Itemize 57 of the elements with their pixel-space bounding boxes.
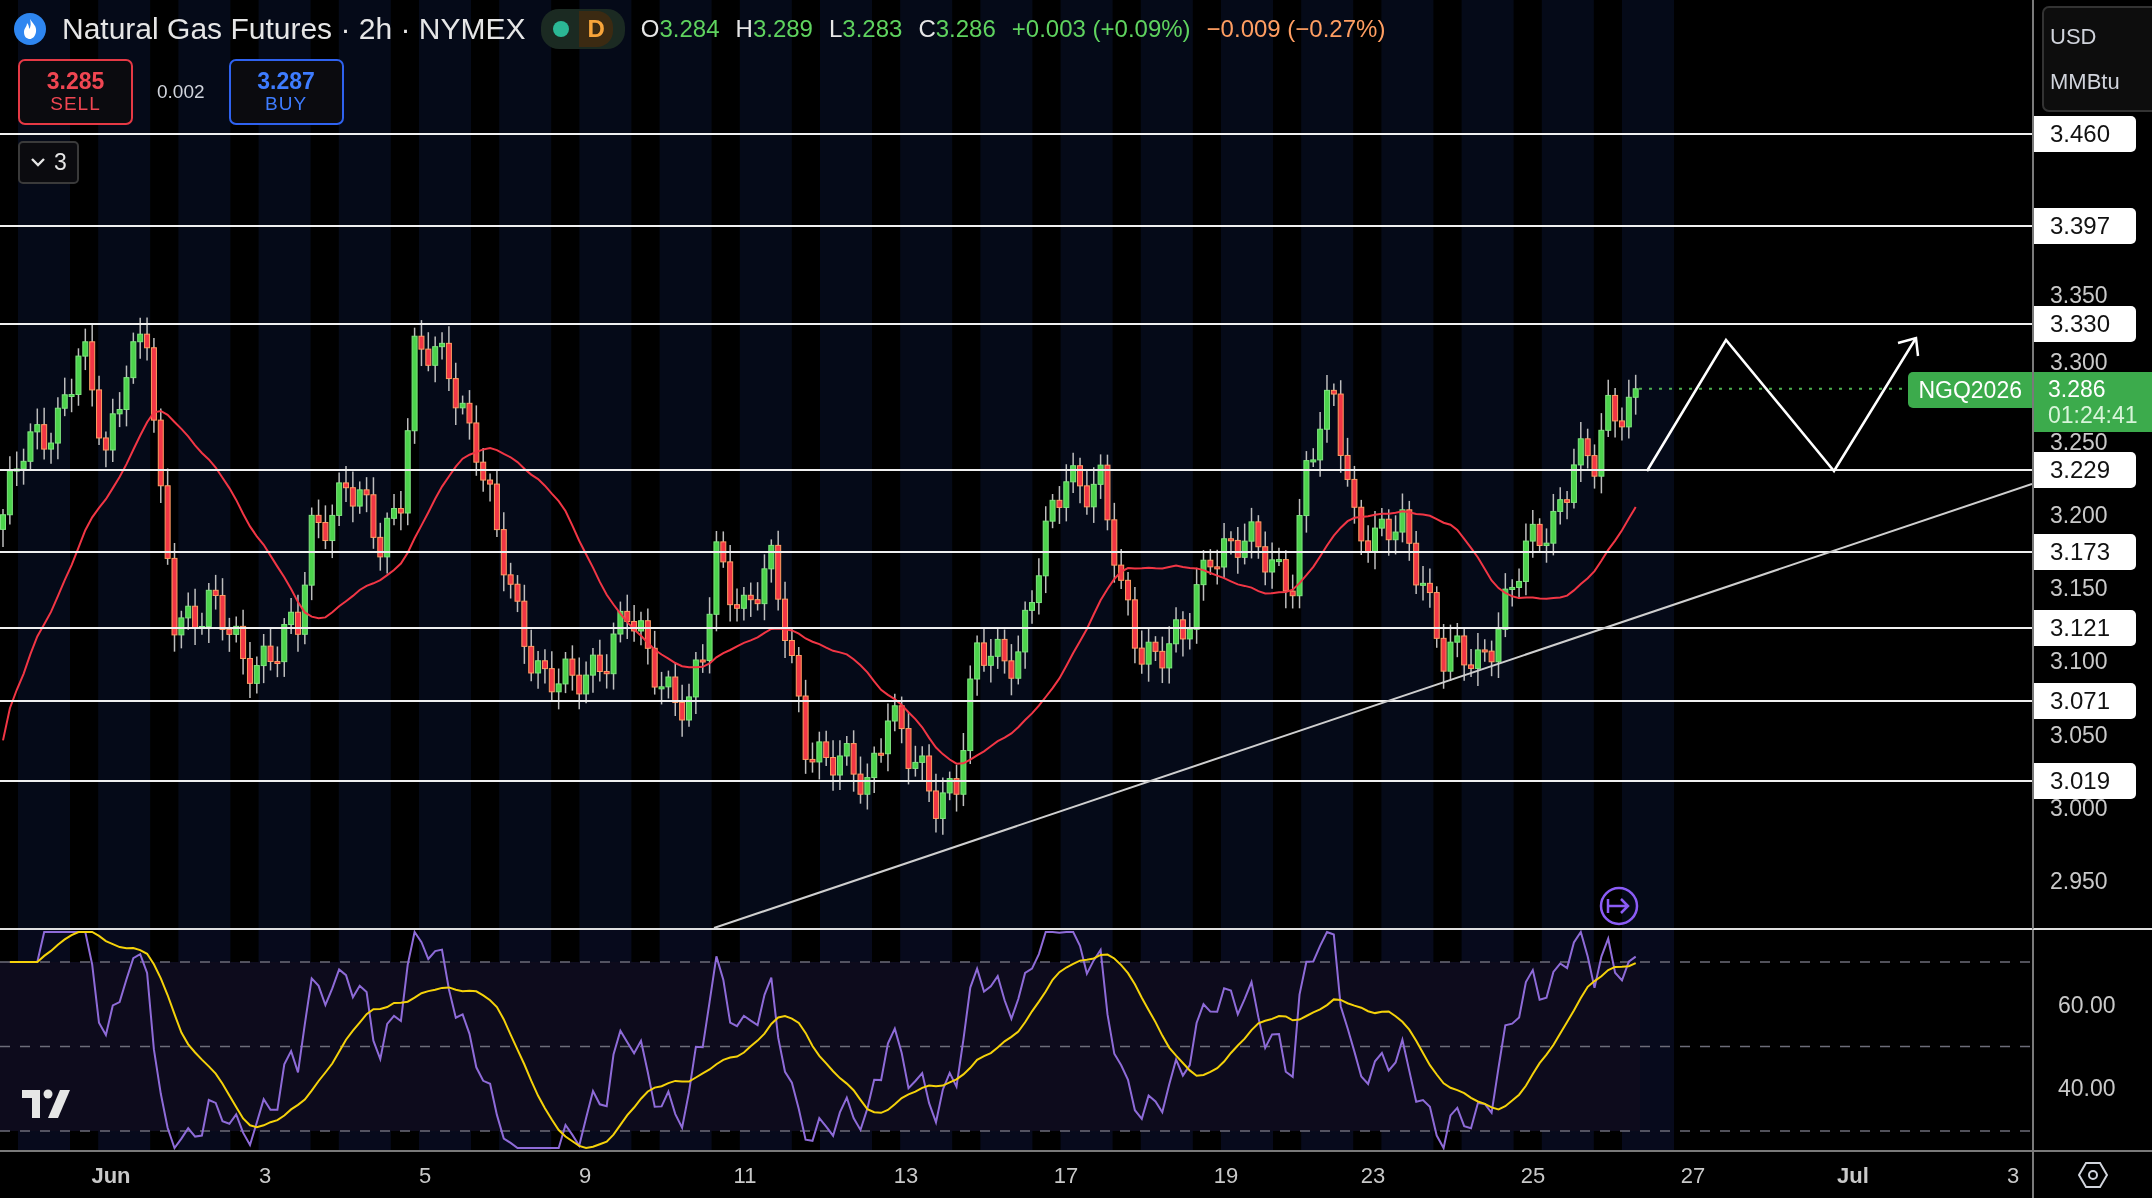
price-tick: 3.200 — [2050, 500, 2108, 530]
month-label: Jun — [91, 1161, 131, 1190]
price-change: +0.003 (+0.09%) — [1011, 13, 1191, 44]
date-label: 17 — [1053, 1161, 1079, 1190]
ohlc-label: L — [828, 14, 843, 42]
level-price-label: 3.229 — [2034, 452, 2136, 488]
level-price-label: 3.397 — [2034, 208, 2136, 244]
market-status-label: D — [579, 10, 613, 47]
ohlc-label: O — [640, 14, 660, 42]
scroll-right-icon[interactable] — [1599, 886, 1639, 926]
rsi-tick: 60.00 — [2058, 990, 2116, 1020]
level-price-label: 3.121 — [2034, 610, 2136, 646]
month-label: Jul — [1837, 1161, 1869, 1190]
date-label: 13 — [893, 1161, 919, 1190]
market-status-badge[interactable]: D — [541, 8, 625, 49]
ohlc-value: 3.283 — [842, 14, 903, 42]
date-label: 5 — [418, 1161, 432, 1190]
level-price-label: 3.071 — [2034, 683, 2136, 719]
date-label: 19 — [1213, 1161, 1239, 1190]
level-price-label: 3.173 — [2034, 534, 2136, 570]
price-tick: 3.050 — [2050, 720, 2108, 750]
date-label: 11 — [733, 1161, 757, 1190]
symbol-price-tag: NGQ2026 — [1908, 372, 2032, 408]
level-price-label: 3.460 — [2034, 116, 2136, 152]
price-tick: 2.950 — [2050, 866, 2108, 896]
price-tick: 3.150 — [2050, 573, 2108, 603]
projection-arrow[interactable] — [1645, 336, 1920, 474]
ohlc-value: 3.284 — [659, 14, 720, 42]
settings-icon[interactable] — [2078, 1161, 2108, 1189]
level-price-label: 3.019 — [2034, 763, 2136, 799]
chart-title: Natural Gas Futures · 2h · NYMEX — [62, 11, 526, 47]
price-tick: 3.100 — [2050, 647, 2108, 676]
ohlc-value: 3.289 — [752, 14, 813, 42]
ohlc-value: 3.286 — [935, 14, 996, 42]
unit-dropdown[interactable]: MMBtu — [2044, 59, 2126, 104]
ohlc-label: C — [918, 14, 936, 42]
date-label: 23 — [1360, 1161, 1386, 1190]
date-label: 27 — [1680, 1161, 1706, 1190]
logo-icon — [22, 1089, 70, 1118]
trend-line[interactable] — [713, 483, 2032, 928]
indicators-toggle[interactable]: 3 — [18, 141, 79, 184]
date-label: 9 — [578, 1161, 592, 1190]
extended-price-change: −0.009 (−0.27%) — [1206, 13, 1386, 44]
ohlc-label: H — [735, 14, 753, 42]
currency-dropdown[interactable]: USD — [2044, 14, 2103, 59]
level-price-label: 3.330 — [2034, 306, 2136, 342]
spread-value: 0.002 — [157, 79, 205, 104]
last-price-label: 3.286 01:24:41 — [2034, 372, 2152, 432]
sell-button[interactable]: 3.285 SELL — [18, 59, 133, 125]
rsi-tick: 40.00 — [2058, 1073, 2116, 1103]
status-dot-icon — [553, 20, 570, 37]
flame-icon — [14, 12, 46, 45]
buy-button[interactable]: 3.287 BUY — [228, 59, 344, 125]
date-label: 3 — [258, 1161, 272, 1190]
chevron-down-icon — [30, 156, 46, 169]
date-label: 3 — [2006, 1161, 2020, 1190]
date-label: 25 — [1520, 1161, 1546, 1190]
